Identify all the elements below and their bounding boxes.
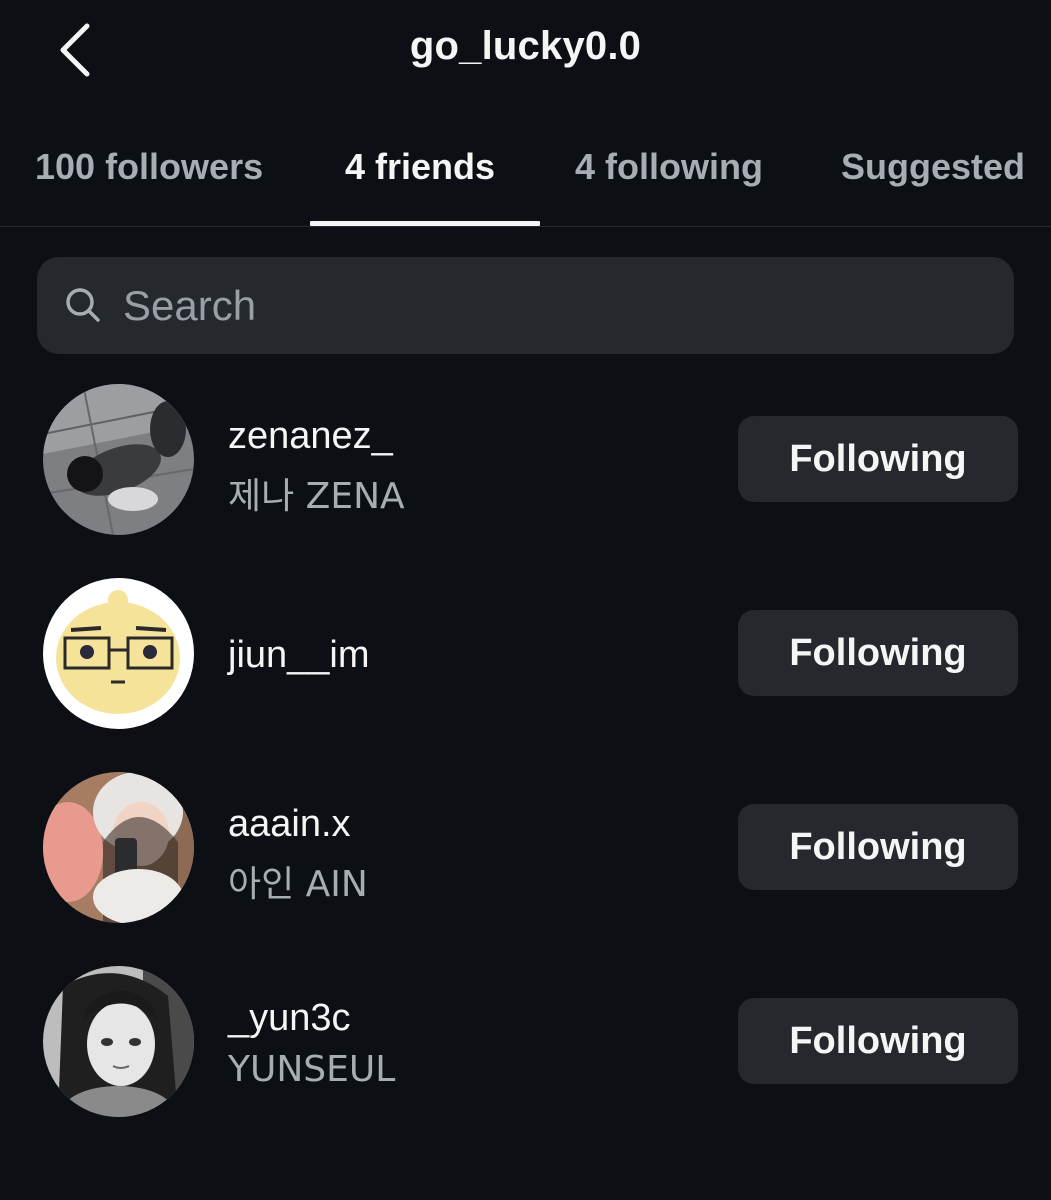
following-button[interactable]: Following bbox=[738, 804, 1018, 890]
friend-row[interactable]: aaain.x 아인 AIN Following bbox=[0, 772, 1051, 932]
friend-username[interactable]: jiun__im bbox=[228, 634, 370, 677]
header: go_lucky0.0 bbox=[0, 0, 1051, 105]
following-button[interactable]: Following bbox=[738, 998, 1018, 1084]
friend-row[interactable]: jiun__im Following bbox=[0, 578, 1051, 738]
friend-full-name: YUNSEUL bbox=[228, 1049, 396, 1090]
tab-following[interactable]: 4 following bbox=[575, 146, 763, 188]
following-button[interactable]: Following bbox=[738, 416, 1018, 502]
friend-full-name: 아인 AIN bbox=[228, 864, 368, 905]
search-bar[interactable] bbox=[37, 257, 1014, 354]
page-title: go_lucky0.0 bbox=[409, 24, 642, 68]
search-icon bbox=[66, 288, 100, 322]
friend-row[interactable]: _yun3c YUNSEUL Following bbox=[0, 966, 1051, 1126]
tab-suggested[interactable]: Suggested bbox=[841, 146, 1025, 188]
avatar[interactable] bbox=[43, 966, 194, 1117]
friend-username[interactable]: zenanez_ bbox=[228, 415, 393, 458]
avatar[interactable] bbox=[43, 384, 194, 535]
friend-full-name: 제나 ZENA bbox=[228, 476, 405, 517]
friend-username[interactable]: _yun3c bbox=[228, 997, 351, 1040]
active-tab-indicator bbox=[310, 221, 540, 226]
search-input[interactable] bbox=[123, 257, 983, 354]
tab-bar: 100 followers 4 friends 4 following Sugg… bbox=[0, 120, 1051, 227]
avatar[interactable] bbox=[43, 578, 194, 729]
following-button[interactable]: Following bbox=[738, 610, 1018, 696]
friends-screen: go_lucky0.0 100 followers 4 friends 4 fo… bbox=[0, 0, 1051, 1200]
friend-username[interactable]: aaain.x bbox=[228, 803, 351, 846]
avatar[interactable] bbox=[43, 772, 194, 923]
friend-row[interactable]: zenanez_ 제나 ZENA Following bbox=[0, 384, 1051, 544]
tab-friends[interactable]: 4 friends bbox=[345, 146, 495, 188]
tab-followers[interactable]: 100 followers bbox=[35, 146, 263, 188]
